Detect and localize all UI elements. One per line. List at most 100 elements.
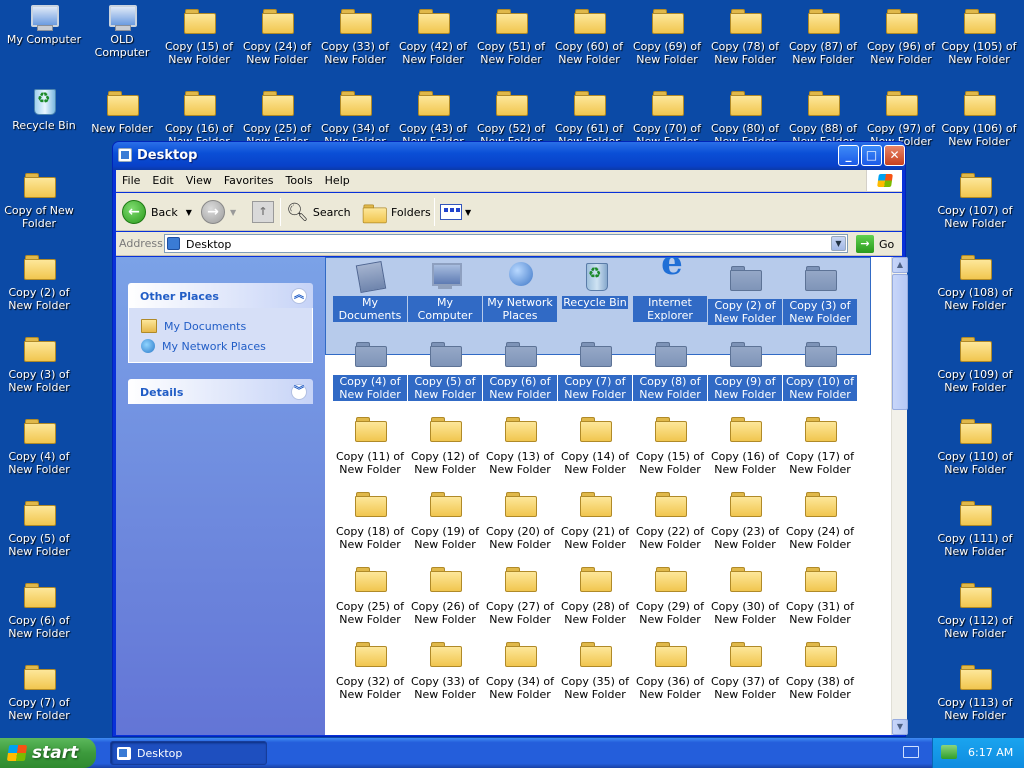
file-item[interactable]: Copy (30) of New Folder <box>708 562 782 626</box>
scroll-down-button[interactable]: ▼ <box>892 719 908 735</box>
file-item[interactable]: Copy (7) of New Folder <box>558 337 632 401</box>
file-item[interactable]: Copy (29) of New Folder <box>633 562 707 626</box>
keyboard-icon[interactable] <box>903 746 919 758</box>
file-item[interactable]: Copy (25) of New Folder <box>333 562 407 626</box>
file-item[interactable]: Copy (10) of New Folder <box>783 337 857 401</box>
desktop-icon-item[interactable]: Copy (112) of New Folder <box>936 578 1014 640</box>
desktop-icon-item[interactable]: Copy (80) of New Folder <box>706 86 784 148</box>
menu-edit[interactable]: Edit <box>146 170 179 187</box>
file-item[interactable]: Copy (36) of New Folder <box>633 637 707 701</box>
file-item[interactable]: Copy (9) of New Folder <box>708 337 782 401</box>
file-item[interactable]: Recycle Bin <box>558 261 632 309</box>
desktop-icon-item[interactable]: Copy (43) of New Folder <box>394 86 472 148</box>
desktop-icon-item[interactable]: Copy (7) of New Folder <box>0 660 78 722</box>
desktop-icon-item[interactable]: Copy (4) of New Folder <box>0 414 78 476</box>
other-places-header[interactable]: Other Places ︽ <box>128 283 313 308</box>
address-input[interactable]: Desktop ▼ <box>164 234 848 253</box>
close-button[interactable]: ✕ <box>884 145 905 166</box>
desktop-icon-item[interactable]: Copy (108) of New Folder <box>936 250 1014 312</box>
file-item[interactable]: Copy (15) of New Folder <box>633 412 707 476</box>
forward-button[interactable]: → ▼ <box>201 199 236 225</box>
file-item[interactable]: Copy (17) of New Folder <box>783 412 857 476</box>
link-my-network-places[interactable]: My Network Places <box>141 336 312 356</box>
desktop-icon-item[interactable]: Copy (52) of New Folder <box>472 86 550 148</box>
views-button[interactable]: ▼ <box>440 199 471 225</box>
desktop-icon-item[interactable]: Copy (5) of New Folder <box>0 496 78 558</box>
scroll-up-button[interactable]: ▲ <box>892 257 908 273</box>
collapse-chevron-icon[interactable]: ︽ <box>291 288 307 304</box>
menu-favorites[interactable]: Favorites <box>218 170 280 187</box>
desktop-icon-item[interactable]: Copy of New Folder <box>0 168 78 230</box>
network-status-icon[interactable] <box>941 745 957 759</box>
link-my-documents[interactable]: My Documents <box>141 316 312 336</box>
file-item[interactable]: Copy (37) of New Folder <box>708 637 782 701</box>
file-item[interactable]: Copy (33) of New Folder <box>408 637 482 701</box>
minimize-button[interactable]: _ <box>838 145 859 166</box>
chevron-down-icon[interactable]: ▼ <box>230 208 236 217</box>
desktop-icon-item[interactable]: Copy (51) of New Folder <box>472 4 550 66</box>
start-button[interactable]: start <box>0 738 96 768</box>
menu-tools[interactable]: Tools <box>280 170 319 187</box>
up-button[interactable]: ↑ <box>252 199 274 225</box>
desktop-icon-item[interactable]: Copy (109) of New Folder <box>936 332 1014 394</box>
menu-help[interactable]: Help <box>319 170 356 187</box>
file-item[interactable]: Copy (32) of New Folder <box>333 637 407 701</box>
file-item[interactable]: My Network Places <box>483 261 557 322</box>
go-button[interactable]: → Go <box>856 235 894 253</box>
desktop-icon-item[interactable]: Copy (106) of New Folder <box>940 86 1018 148</box>
desktop-icon-item[interactable]: Copy (110) of New Folder <box>936 414 1014 476</box>
expand-chevron-icon[interactable]: ︾ <box>291 384 307 400</box>
file-item[interactable]: Copy (8) of New Folder <box>633 337 707 401</box>
file-item[interactable]: Internet Explorer <box>633 257 707 322</box>
desktop-icon-item[interactable]: Copy (87) of New Folder <box>784 4 862 66</box>
file-item[interactable]: My Computer <box>408 261 482 322</box>
file-item[interactable]: Copy (22) of New Folder <box>633 487 707 551</box>
desktop-icon-item[interactable]: Copy (111) of New Folder <box>936 496 1014 558</box>
file-item[interactable]: Copy (6) of New Folder <box>483 337 557 401</box>
desktop-icon-item[interactable]: Copy (25) of New Folder <box>238 86 316 148</box>
file-item[interactable]: Copy (18) of New Folder <box>333 487 407 551</box>
file-item[interactable]: Copy (27) of New Folder <box>483 562 557 626</box>
file-item[interactable]: Copy (3) of New Folder <box>783 261 857 325</box>
file-item[interactable]: Copy (34) of New Folder <box>483 637 557 701</box>
scroll-thumb[interactable] <box>892 274 908 410</box>
explorer-window[interactable]: Desktop _ □ ✕ File Edit View Favorites Tools… <box>112 141 908 737</box>
desktop-icon-item[interactable]: OLD Computer <box>83 4 161 59</box>
desktop-icon-item[interactable]: Copy (78) of New Folder <box>706 4 784 66</box>
clock[interactable]: 6:17 AM <box>968 746 1013 759</box>
desktop-icon-item[interactable]: Copy (24) of New Folder <box>238 4 316 66</box>
file-view[interactable]: My Documents My Computer My Network Places… <box>325 257 891 735</box>
file-item[interactable]: Copy (35) of New Folder <box>558 637 632 701</box>
file-item[interactable]: Copy (13) of New Folder <box>483 412 557 476</box>
file-item[interactable]: Copy (24) of New Folder <box>783 487 857 551</box>
file-item[interactable]: Copy (12) of New Folder <box>408 412 482 476</box>
desktop-icon-item[interactable]: Copy (60) of New Folder <box>550 4 628 66</box>
desktop-icon-item[interactable]: New Folder <box>83 86 161 135</box>
file-item[interactable]: Copy (38) of New Folder <box>783 637 857 701</box>
desktop-icon-item[interactable]: Copy (15) of New Folder <box>160 4 238 66</box>
menu-file[interactable]: File <box>116 170 146 187</box>
taskbar-button-desktop[interactable]: Desktop <box>110 741 267 765</box>
vertical-scrollbar[interactable]: ▲ ▼ <box>891 257 908 735</box>
desktop-icon-item[interactable]: Copy (2) of New Folder <box>0 250 78 312</box>
file-item[interactable]: Copy (31) of New Folder <box>783 562 857 626</box>
file-item[interactable]: Copy (2) of New Folder <box>708 261 782 325</box>
search-button[interactable]: 🔍︎ Search <box>286 199 351 225</box>
desktop-icon-item[interactable]: Copy (61) of New Folder <box>550 86 628 148</box>
file-item[interactable]: Copy (14) of New Folder <box>558 412 632 476</box>
desktop-icon-item[interactable]: Copy (6) of New Folder <box>0 578 78 640</box>
file-item[interactable]: Copy (5) of New Folder <box>408 337 482 401</box>
desktop-icon-item[interactable]: Copy (105) of New Folder <box>940 4 1018 66</box>
desktop-icon-item[interactable]: Copy (69) of New Folder <box>628 4 706 66</box>
menu-view[interactable]: View <box>180 170 218 187</box>
back-button[interactable]: ← Back ▼ <box>122 199 192 225</box>
desktop-icon-item[interactable]: Recycle Bin <box>5 86 83 132</box>
details-header[interactable]: Details ︾ <box>128 379 313 404</box>
desktop-icon-item[interactable]: My Computer <box>5 4 83 46</box>
file-item[interactable]: Copy (4) of New Folder <box>333 337 407 401</box>
chevron-down-icon[interactable]: ▼ <box>831 236 846 251</box>
file-item[interactable]: Copy (21) of New Folder <box>558 487 632 551</box>
desktop-icon-item[interactable]: Copy (3) of New Folder <box>0 332 78 394</box>
desktop-icon-item[interactable]: Copy (96) of New Folder <box>862 4 940 66</box>
file-item[interactable]: Copy (11) of New Folder <box>333 412 407 476</box>
